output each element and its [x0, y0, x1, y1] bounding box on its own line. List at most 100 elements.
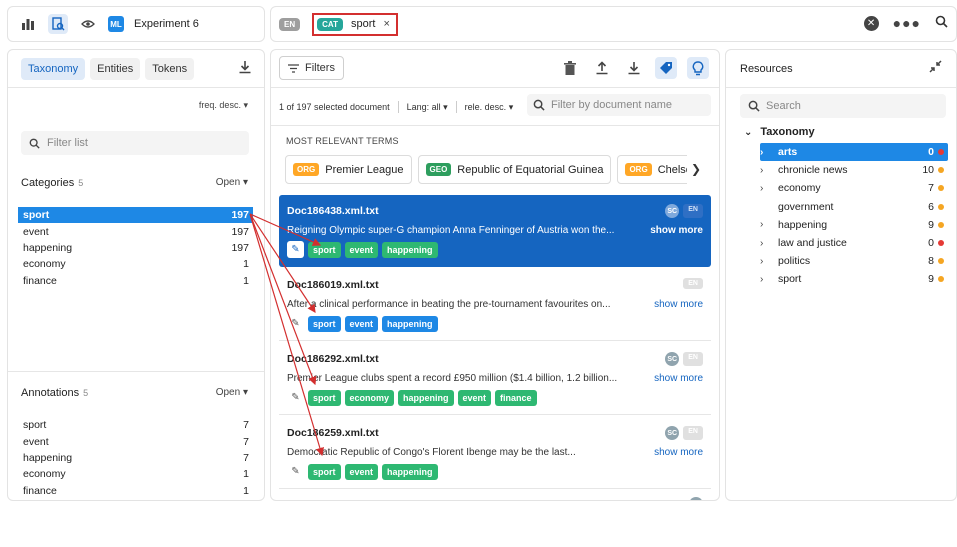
taxonomy-item-government[interactable]: government 6 — [760, 198, 948, 216]
filter-list-input[interactable]: Filter list — [21, 131, 249, 155]
download-icon[interactable] — [623, 57, 645, 79]
taxonomy-item-politics[interactable]: › politics 8 — [760, 252, 948, 270]
category-tag[interactable]: economy — [344, 389, 395, 406]
tab-entities[interactable]: Entities — [90, 58, 141, 80]
document-card[interactable]: Doc186259.xml.txt SC EN Democratic Republ… — [279, 417, 711, 489]
category-tag[interactable]: happening — [382, 241, 438, 258]
remove-filter-icon[interactable]: × — [383, 18, 389, 30]
document-info-bar: 1 of 197 selected document Lang: all ▾ r… — [279, 101, 513, 113]
category-row-economy[interactable]: economy 1 — [18, 256, 253, 272]
annotate-icon[interactable]: ✎ — [287, 389, 304, 406]
bar-chart-icon[interactable] — [18, 14, 38, 34]
category-tag[interactable]: event — [457, 389, 492, 406]
tab-tokens[interactable]: Tokens — [145, 58, 195, 80]
status-dot — [938, 276, 944, 283]
chevron-down-icon: ▾ — [242, 387, 248, 398]
document-card[interactable]: Doc186438.xml.txt SC EN Reigning Olympic … — [279, 195, 711, 267]
eye-icon[interactable] — [78, 14, 98, 34]
relevant-term[interactable]: ORG Chelsea — [617, 155, 687, 184]
tab-taxonomy[interactable]: Taxonomy — [21, 58, 86, 80]
collapse-icon[interactable] — [929, 60, 942, 76]
category-value: 197 — [231, 225, 249, 238]
upload-icon[interactable] — [591, 57, 613, 79]
download-icon[interactable] — [238, 60, 252, 77]
annotations-open-dropdown[interactable]: Open ▾ — [216, 387, 248, 398]
taxonomy-root-label: Taxonomy — [760, 126, 815, 138]
status-dot — [938, 167, 944, 174]
relevant-term[interactable]: GEO Republic of Equatorial Guinea — [417, 155, 612, 184]
category-row-finance[interactable]: finance 1 — [18, 273, 253, 289]
relevance-sort-dropdown[interactable]: rele. desc. ▾ — [465, 102, 514, 113]
open-label: Open — [215, 177, 241, 188]
chevron-right-icon[interactable]: › — [760, 183, 776, 194]
trash-icon[interactable] — [559, 57, 581, 79]
chevron-right-icon[interactable]: › — [760, 256, 776, 267]
categories-count: 5 — [78, 178, 84, 188]
annotation-row-economy[interactable]: economy 1 — [18, 466, 253, 482]
taxonomy-item-law-and-justice[interactable]: › law and justice 0 — [760, 234, 948, 252]
sort-dropdown[interactable]: freq. desc. ▾ — [199, 100, 248, 111]
annotation-row-sport[interactable]: sport 7 — [18, 417, 253, 433]
document-name: Doc186019.xml.txt — [287, 279, 379, 291]
annotation-row-happening[interactable]: happening 7 — [18, 450, 253, 466]
categories-open-dropdown[interactable]: Open ▾ — [216, 177, 248, 188]
category-tag[interactable]: happening — [382, 463, 438, 480]
clear-all-icon[interactable]: ✕ — [863, 15, 879, 31]
category-row-event[interactable]: event 197 — [18, 223, 253, 239]
tag-icon[interactable] — [655, 57, 677, 79]
document-search-input[interactable]: Filter by document name — [527, 94, 711, 116]
document-card[interactable]: Doc186019.xml.txt EN After a clinical pe… — [279, 269, 711, 341]
category-row-sport[interactable]: sport 197 — [18, 207, 253, 224]
annotate-icon[interactable]: ✎ — [287, 241, 304, 258]
category-tag[interactable]: event — [344, 241, 379, 258]
document-card[interactable]: Doc186292.xml.txt SC EN Premier League cl… — [279, 343, 711, 415]
language-badge[interactable]: EN — [279, 17, 301, 31]
show-more-link[interactable]: show more — [650, 225, 703, 236]
filters-button[interactable]: Filters — [279, 56, 344, 80]
taxonomy-item-chronicle-news[interactable]: › chronicle news 10 — [760, 161, 948, 179]
annotation-row-finance[interactable]: finance 1 — [18, 483, 253, 499]
chevron-right-icon[interactable]: › — [760, 238, 776, 249]
language-dropdown[interactable]: Lang: all ▾ — [407, 102, 448, 113]
category-tag[interactable]: sport — [308, 463, 341, 480]
annotation-tag[interactable]: happening — [382, 315, 438, 332]
term-label: Republic of Equatorial Guinea — [457, 163, 604, 176]
category-label: event — [23, 225, 49, 238]
chevron-right-icon[interactable]: › — [760, 165, 776, 176]
annotation-tag[interactable]: event — [344, 315, 379, 332]
show-more-link[interactable]: show more — [654, 447, 703, 458]
category-row-happening[interactable]: happening 197 — [18, 240, 253, 256]
left-tabs: Taxonomy Entities Tokens — [21, 58, 195, 80]
taxonomy-item-label: arts — [778, 146, 798, 159]
lightbulb-icon[interactable] — [687, 57, 709, 79]
document-search-icon[interactable] — [48, 14, 68, 34]
taxonomy-item-happening[interactable]: › happening 9 — [760, 216, 948, 234]
search-icon[interactable] — [935, 15, 948, 31]
chevron-right-icon[interactable]: › — [760, 147, 776, 158]
taxonomy-item-economy[interactable]: › economy 7 — [760, 179, 948, 197]
chevron-right-icon[interactable]: › — [760, 274, 776, 285]
category-tag[interactable]: happening — [398, 389, 454, 406]
show-more-link[interactable]: show more — [654, 373, 703, 384]
show-more-link[interactable]: show more — [654, 299, 703, 310]
resources-search-input[interactable]: Search — [740, 94, 946, 118]
active-filter-chip[interactable]: CAT sport × — [312, 12, 398, 36]
chevron-right-icon[interactable]: › — [760, 219, 776, 230]
annotate-icon[interactable]: ✎ — [287, 315, 304, 332]
taxonomy-item-sport[interactable]: › sport 9 — [760, 270, 948, 288]
annotation-label: sport — [23, 419, 47, 432]
category-tag[interactable]: finance — [495, 389, 537, 406]
chevron-right-icon[interactable]: ❯ — [691, 162, 701, 176]
category-tag[interactable]: sport — [308, 241, 341, 258]
category-tag[interactable]: sport — [308, 389, 341, 406]
more-options-icon[interactable]: ●●● — [893, 15, 921, 31]
taxonomy-item-arts[interactable]: › arts 0 — [760, 143, 948, 162]
annotate-icon[interactable]: ✎ — [287, 463, 304, 480]
taxonomy-root[interactable]: ⌄ Taxonomy — [744, 126, 815, 138]
separator — [455, 101, 457, 113]
annotations-heading: Annotations 5 — [21, 387, 88, 399]
annotation-tag[interactable]: sport — [308, 315, 341, 332]
category-tag[interactable]: event — [344, 463, 379, 480]
relevant-term[interactable]: ORG Premier League — [285, 155, 412, 184]
annotation-row-event[interactable]: event 7 — [18, 433, 253, 449]
